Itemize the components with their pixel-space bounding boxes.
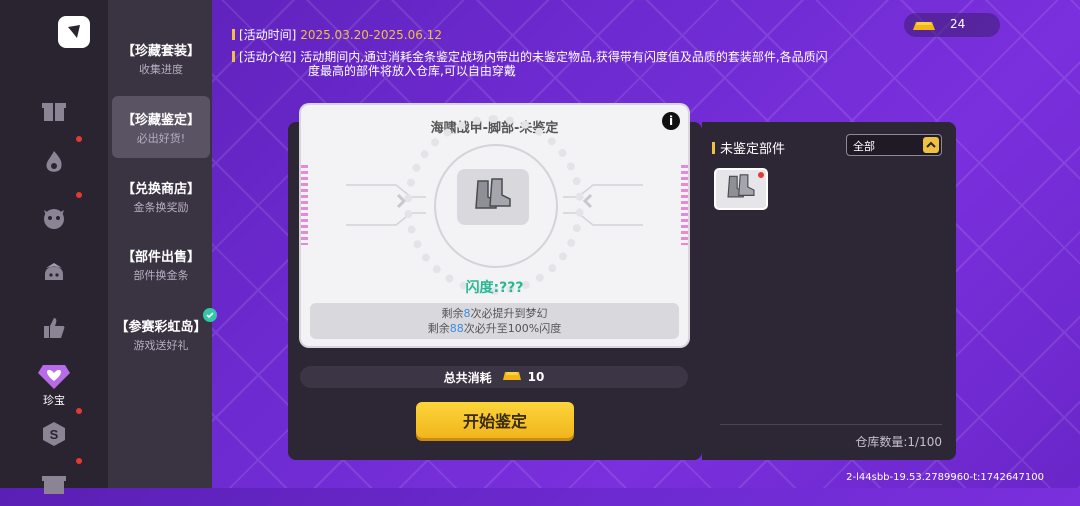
guarantee-prefix: 剩余 bbox=[441, 307, 464, 320]
tiger-icon[interactable] bbox=[32, 192, 82, 240]
event-time-value: 2025.03.20-2025.06.12 bbox=[300, 28, 442, 42]
currency-value: 24 bbox=[950, 17, 966, 31]
menu-item-subtitle: 部件换金条 bbox=[133, 268, 189, 282]
cost-value: 10 bbox=[527, 370, 545, 384]
item-slot bbox=[457, 169, 529, 225]
check-icon bbox=[202, 307, 217, 322]
item-card: 海啸战甲-脚部-未鉴定 i 闪度:??? 剩余8次必提升到梦幻 剩余88次必升至… bbox=[301, 105, 688, 346]
menu-item-subtitle: 金条换奖励 bbox=[133, 200, 189, 214]
menu-item-rainbow-island[interactable]: 【参赛彩虹岛】 游戏送好礼 bbox=[112, 304, 217, 364]
guarantee-prefix: 剩余 bbox=[427, 322, 450, 335]
version-text: 2-l44sbb-19.53.2789960-t:1742647100 bbox=[846, 472, 1044, 483]
menu-item-title: 【部件出售】 bbox=[121, 249, 200, 265]
notification-dot bbox=[758, 172, 764, 178]
menu-item-collection[interactable]: 【珍藏套装】 收集进度 bbox=[112, 28, 210, 88]
filter-dropdown[interactable]: 全部 bbox=[846, 134, 942, 156]
menu-item-title: 【珍藏套装】 bbox=[121, 43, 200, 59]
filter-value: 全部 bbox=[853, 140, 875, 153]
menu-item-title-text: 【参赛彩虹岛】 bbox=[115, 319, 207, 335]
guarantee-info: 剩余8次必提升到梦幻 剩余88次必升至100%闪度 bbox=[310, 303, 679, 339]
notification-dot bbox=[76, 408, 82, 414]
guarantee-line-2: 剩余88次必升至100%闪度 bbox=[310, 321, 679, 336]
thumbs-up-icon[interactable] bbox=[32, 306, 76, 350]
notification-dot bbox=[76, 458, 82, 464]
chevron-up-icon bbox=[923, 137, 939, 153]
menu-item-title: 【兑换商店】 bbox=[121, 181, 200, 197]
accent-bar bbox=[232, 51, 235, 62]
guarantee-line-1: 剩余8次必提升到梦幻 bbox=[310, 306, 679, 321]
menu-item-sell[interactable]: 【部件出售】 部件换金条 bbox=[112, 234, 210, 294]
menu-item-shop[interactable]: 【兑换商店】 金条换奖励 bbox=[112, 166, 210, 226]
storage-count: 仓库数量:1/100 bbox=[855, 435, 942, 449]
event-intro-line1: 活动期间内,通过消耗金条鉴定战场内带出的未鉴定物品,获得带有闪度值及品质的套装部… bbox=[300, 50, 828, 64]
gift-icon[interactable] bbox=[32, 88, 76, 132]
gold-bar-icon bbox=[502, 370, 522, 385]
hero-icon[interactable] bbox=[32, 250, 76, 294]
boots-icon bbox=[472, 177, 514, 217]
category-menu: 【珍藏套装】 收集进度 【珍藏鉴定】 必出好货! 【兑换商店】 金条换奖励 【部… bbox=[108, 0, 217, 488]
guarantee-suffix: 次必提升到梦幻 bbox=[470, 307, 548, 320]
boots-icon bbox=[725, 173, 757, 205]
box-icon[interactable] bbox=[32, 458, 82, 506]
svg-text:S: S bbox=[50, 427, 59, 442]
inventory-item[interactable] bbox=[714, 168, 768, 210]
gold-bar-icon bbox=[912, 18, 936, 37]
s-coin-icon[interactable]: S bbox=[32, 408, 82, 456]
currency-display: 24 bbox=[904, 13, 1000, 37]
menu-item-subtitle: 收集进度 bbox=[139, 62, 183, 76]
event-intro-row: [活动介绍] 活动期间内,通过消耗金条鉴定战场内带出的未鉴定物品,获得带有闪度值… bbox=[232, 50, 828, 65]
menu-item-subtitle: 必出好货! bbox=[136, 131, 186, 145]
total-cost: 总共消耗 10 bbox=[300, 366, 688, 388]
guarantee-suffix: 次必升至100%闪度 bbox=[463, 322, 562, 335]
menu-item-appraisal[interactable]: 【珍藏鉴定】 必出好货! bbox=[112, 96, 210, 158]
logo-icon[interactable] bbox=[58, 16, 90, 48]
event-time-label: [活动时间] bbox=[239, 28, 297, 42]
inventory-title-text: 未鉴定部件 bbox=[720, 142, 786, 157]
flash-value: 闪度:??? bbox=[465, 280, 524, 296]
icon-rail: 珍宝 S bbox=[0, 0, 108, 494]
event-time-row: [活动时间] 2025.03.20-2025.06.12 bbox=[232, 28, 442, 43]
notification-dot bbox=[76, 136, 82, 142]
event-intro-label: [活动介绍] bbox=[239, 50, 297, 64]
menu-item-title: 【参赛彩虹岛】 bbox=[115, 307, 217, 335]
cost-label: 总共消耗 bbox=[443, 370, 492, 385]
event-intro-line2: 度最高的部件将放入仓库,可以自由穿戴 bbox=[308, 64, 516, 78]
guarantee-count: 8 bbox=[463, 307, 471, 320]
start-appraisal-button[interactable]: 开始鉴定 bbox=[416, 402, 574, 438]
rail-active-label: 珍宝 bbox=[43, 394, 65, 407]
menu-item-subtitle: 游戏送好礼 bbox=[133, 338, 189, 352]
guarantee-count: 88 bbox=[449, 322, 464, 335]
divider bbox=[720, 424, 942, 425]
accent-bar bbox=[232, 29, 235, 40]
notification-dot bbox=[76, 192, 82, 198]
menu-item-title: 【珍藏鉴定】 bbox=[121, 112, 200, 128]
accent-bar bbox=[712, 142, 715, 154]
inventory-title: 未鉴定部件 bbox=[712, 138, 785, 157]
flame-icon[interactable] bbox=[32, 136, 82, 184]
